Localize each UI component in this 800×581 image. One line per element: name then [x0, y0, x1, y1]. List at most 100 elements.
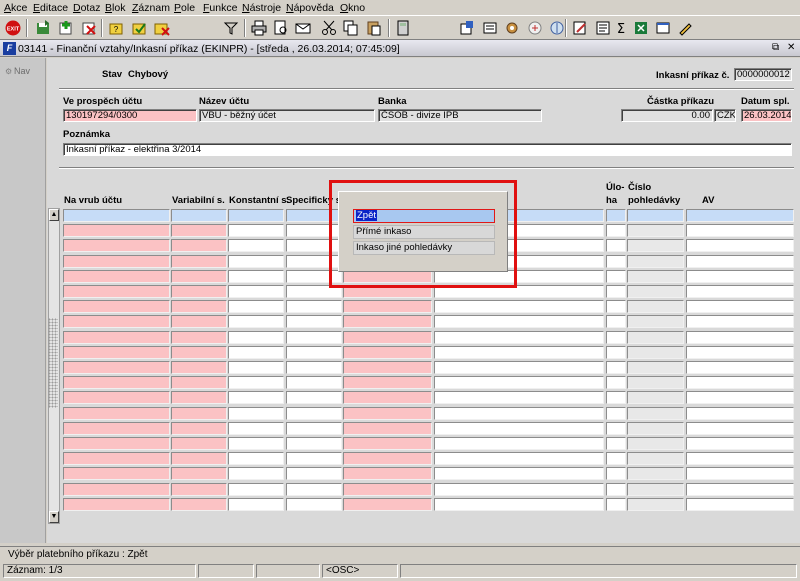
- nav-icon[interactable]: ⚙: [5, 67, 12, 76]
- cell-vrub[interactable]: [63, 346, 170, 359]
- menu-napoveda[interactable]: Nápověda: [286, 2, 334, 14]
- cell-pink-mid[interactable]: [343, 346, 432, 359]
- nazev-uctu-field[interactable]: VBU - běžný účet: [199, 109, 375, 122]
- cell-variabilni[interactable]: [171, 376, 227, 389]
- cell-text[interactable]: [434, 376, 604, 389]
- cell-text[interactable]: [434, 452, 604, 465]
- cell-av[interactable]: [686, 224, 794, 237]
- cell-konstantni[interactable]: [228, 331, 284, 344]
- cell-konstantni[interactable]: [228, 255, 284, 268]
- cell-av[interactable]: [686, 376, 794, 389]
- cell-pink-mid[interactable]: [343, 391, 432, 404]
- help-icon[interactable]: [676, 19, 694, 37]
- banka-field[interactable]: ČSOB - divize IPB: [378, 109, 542, 122]
- cell-konstantni[interactable]: [228, 452, 284, 465]
- cell-vrub[interactable]: [63, 331, 170, 344]
- cell-uloha[interactable]: [606, 376, 626, 389]
- cell-variabilni[interactable]: [171, 422, 227, 435]
- cell-cislo[interactable]: [627, 391, 684, 404]
- cell-variabilni[interactable]: [171, 209, 227, 222]
- cell-uloha[interactable]: [606, 331, 626, 344]
- cell-cislo[interactable]: [627, 209, 684, 222]
- cell-cislo[interactable]: [627, 437, 684, 450]
- cell-vrub[interactable]: [63, 391, 170, 404]
- cell-pink-mid[interactable]: [343, 361, 432, 374]
- cell-specificky[interactable]: [286, 452, 342, 465]
- cell-specificky[interactable]: [286, 391, 342, 404]
- cell-pink-mid[interactable]: [343, 422, 432, 435]
- cell-cislo[interactable]: [627, 483, 684, 496]
- cell-variabilni[interactable]: [171, 315, 227, 328]
- cell-uloha[interactable]: [606, 498, 626, 511]
- edit-icon[interactable]: [571, 19, 589, 37]
- close-icon[interactable]: ✕: [787, 42, 795, 53]
- cell-av[interactable]: [686, 239, 794, 252]
- print-icon[interactable]: [250, 19, 268, 37]
- cell-av[interactable]: [686, 346, 794, 359]
- datum-field[interactable]: 26.03.2014: [741, 109, 792, 122]
- cell-konstantni[interactable]: [228, 239, 284, 252]
- cell-konstantni[interactable]: [228, 437, 284, 450]
- cell-cislo[interactable]: [627, 285, 684, 298]
- nav-label[interactable]: Nav: [14, 66, 30, 76]
- castka-field[interactable]: 0.00: [621, 109, 713, 122]
- cell-cislo[interactable]: [627, 331, 684, 344]
- cell-cislo[interactable]: [627, 467, 684, 480]
- cell-variabilni[interactable]: [171, 255, 227, 268]
- cell-specificky[interactable]: [286, 376, 342, 389]
- cell-variabilni[interactable]: [171, 498, 227, 511]
- cell-uloha[interactable]: [606, 255, 626, 268]
- cell-cislo[interactable]: [627, 300, 684, 313]
- cell-vrub[interactable]: [63, 300, 170, 313]
- cell-variabilni[interactable]: [171, 224, 227, 237]
- cell-konstantni[interactable]: [228, 224, 284, 237]
- export-icon[interactable]: [458, 19, 476, 37]
- cell-text[interactable]: [434, 483, 604, 496]
- cell-uloha[interactable]: [606, 422, 626, 435]
- settings-icon[interactable]: [503, 19, 521, 37]
- scroll-down-icon[interactable]: ▼: [49, 511, 59, 523]
- cell-text[interactable]: [434, 346, 604, 359]
- mena-field[interactable]: CZK: [714, 109, 736, 122]
- filter-icon[interactable]: [222, 19, 240, 37]
- cell-pink-mid[interactable]: [343, 437, 432, 450]
- cell-vrub[interactable]: [63, 407, 170, 420]
- cell-vrub[interactable]: [63, 467, 170, 480]
- sum-icon-docs[interactable]: [594, 19, 612, 37]
- cell-cislo[interactable]: [627, 422, 684, 435]
- cell-specificky[interactable]: [286, 346, 342, 359]
- execute-query-icon[interactable]: [131, 19, 149, 37]
- cell-text[interactable]: [434, 300, 604, 313]
- inkasni-prikaz-field[interactable]: 0000000012: [734, 68, 792, 81]
- cell-pink-mid[interactable]: [343, 376, 432, 389]
- cell-variabilni[interactable]: [171, 437, 227, 450]
- cell-av[interactable]: [686, 315, 794, 328]
- scroll-up-icon[interactable]: ▲: [49, 209, 59, 221]
- cell-uloha[interactable]: [606, 209, 626, 222]
- cell-uloha[interactable]: [606, 452, 626, 465]
- cell-text[interactable]: [434, 467, 604, 480]
- cell-text[interactable]: [434, 361, 604, 374]
- cell-variabilni[interactable]: [171, 391, 227, 404]
- cell-variabilni[interactable]: [171, 407, 227, 420]
- cell-av[interactable]: [686, 270, 794, 283]
- cell-text[interactable]: [434, 437, 604, 450]
- cell-konstantni[interactable]: [228, 285, 284, 298]
- cell-cislo[interactable]: [627, 498, 684, 511]
- cell-specificky[interactable]: [286, 315, 342, 328]
- cell-specificky[interactable]: [286, 437, 342, 450]
- cell-text[interactable]: [434, 391, 604, 404]
- cell-vrub[interactable]: [63, 224, 170, 237]
- cell-uloha[interactable]: [606, 467, 626, 480]
- cell-specificky[interactable]: [286, 483, 342, 496]
- cell-vrub[interactable]: [63, 361, 170, 374]
- cell-uloha[interactable]: [606, 437, 626, 450]
- poznamka-field[interactable]: Inkasní příkaz - elektřina 3/2014: [63, 143, 792, 156]
- cell-konstantni[interactable]: [228, 467, 284, 480]
- cell-konstantni[interactable]: [228, 391, 284, 404]
- cell-cislo[interactable]: [627, 255, 684, 268]
- cell-cislo[interactable]: [627, 376, 684, 389]
- cell-av[interactable]: [686, 483, 794, 496]
- cell-vrub[interactable]: [63, 376, 170, 389]
- cell-av[interactable]: [686, 255, 794, 268]
